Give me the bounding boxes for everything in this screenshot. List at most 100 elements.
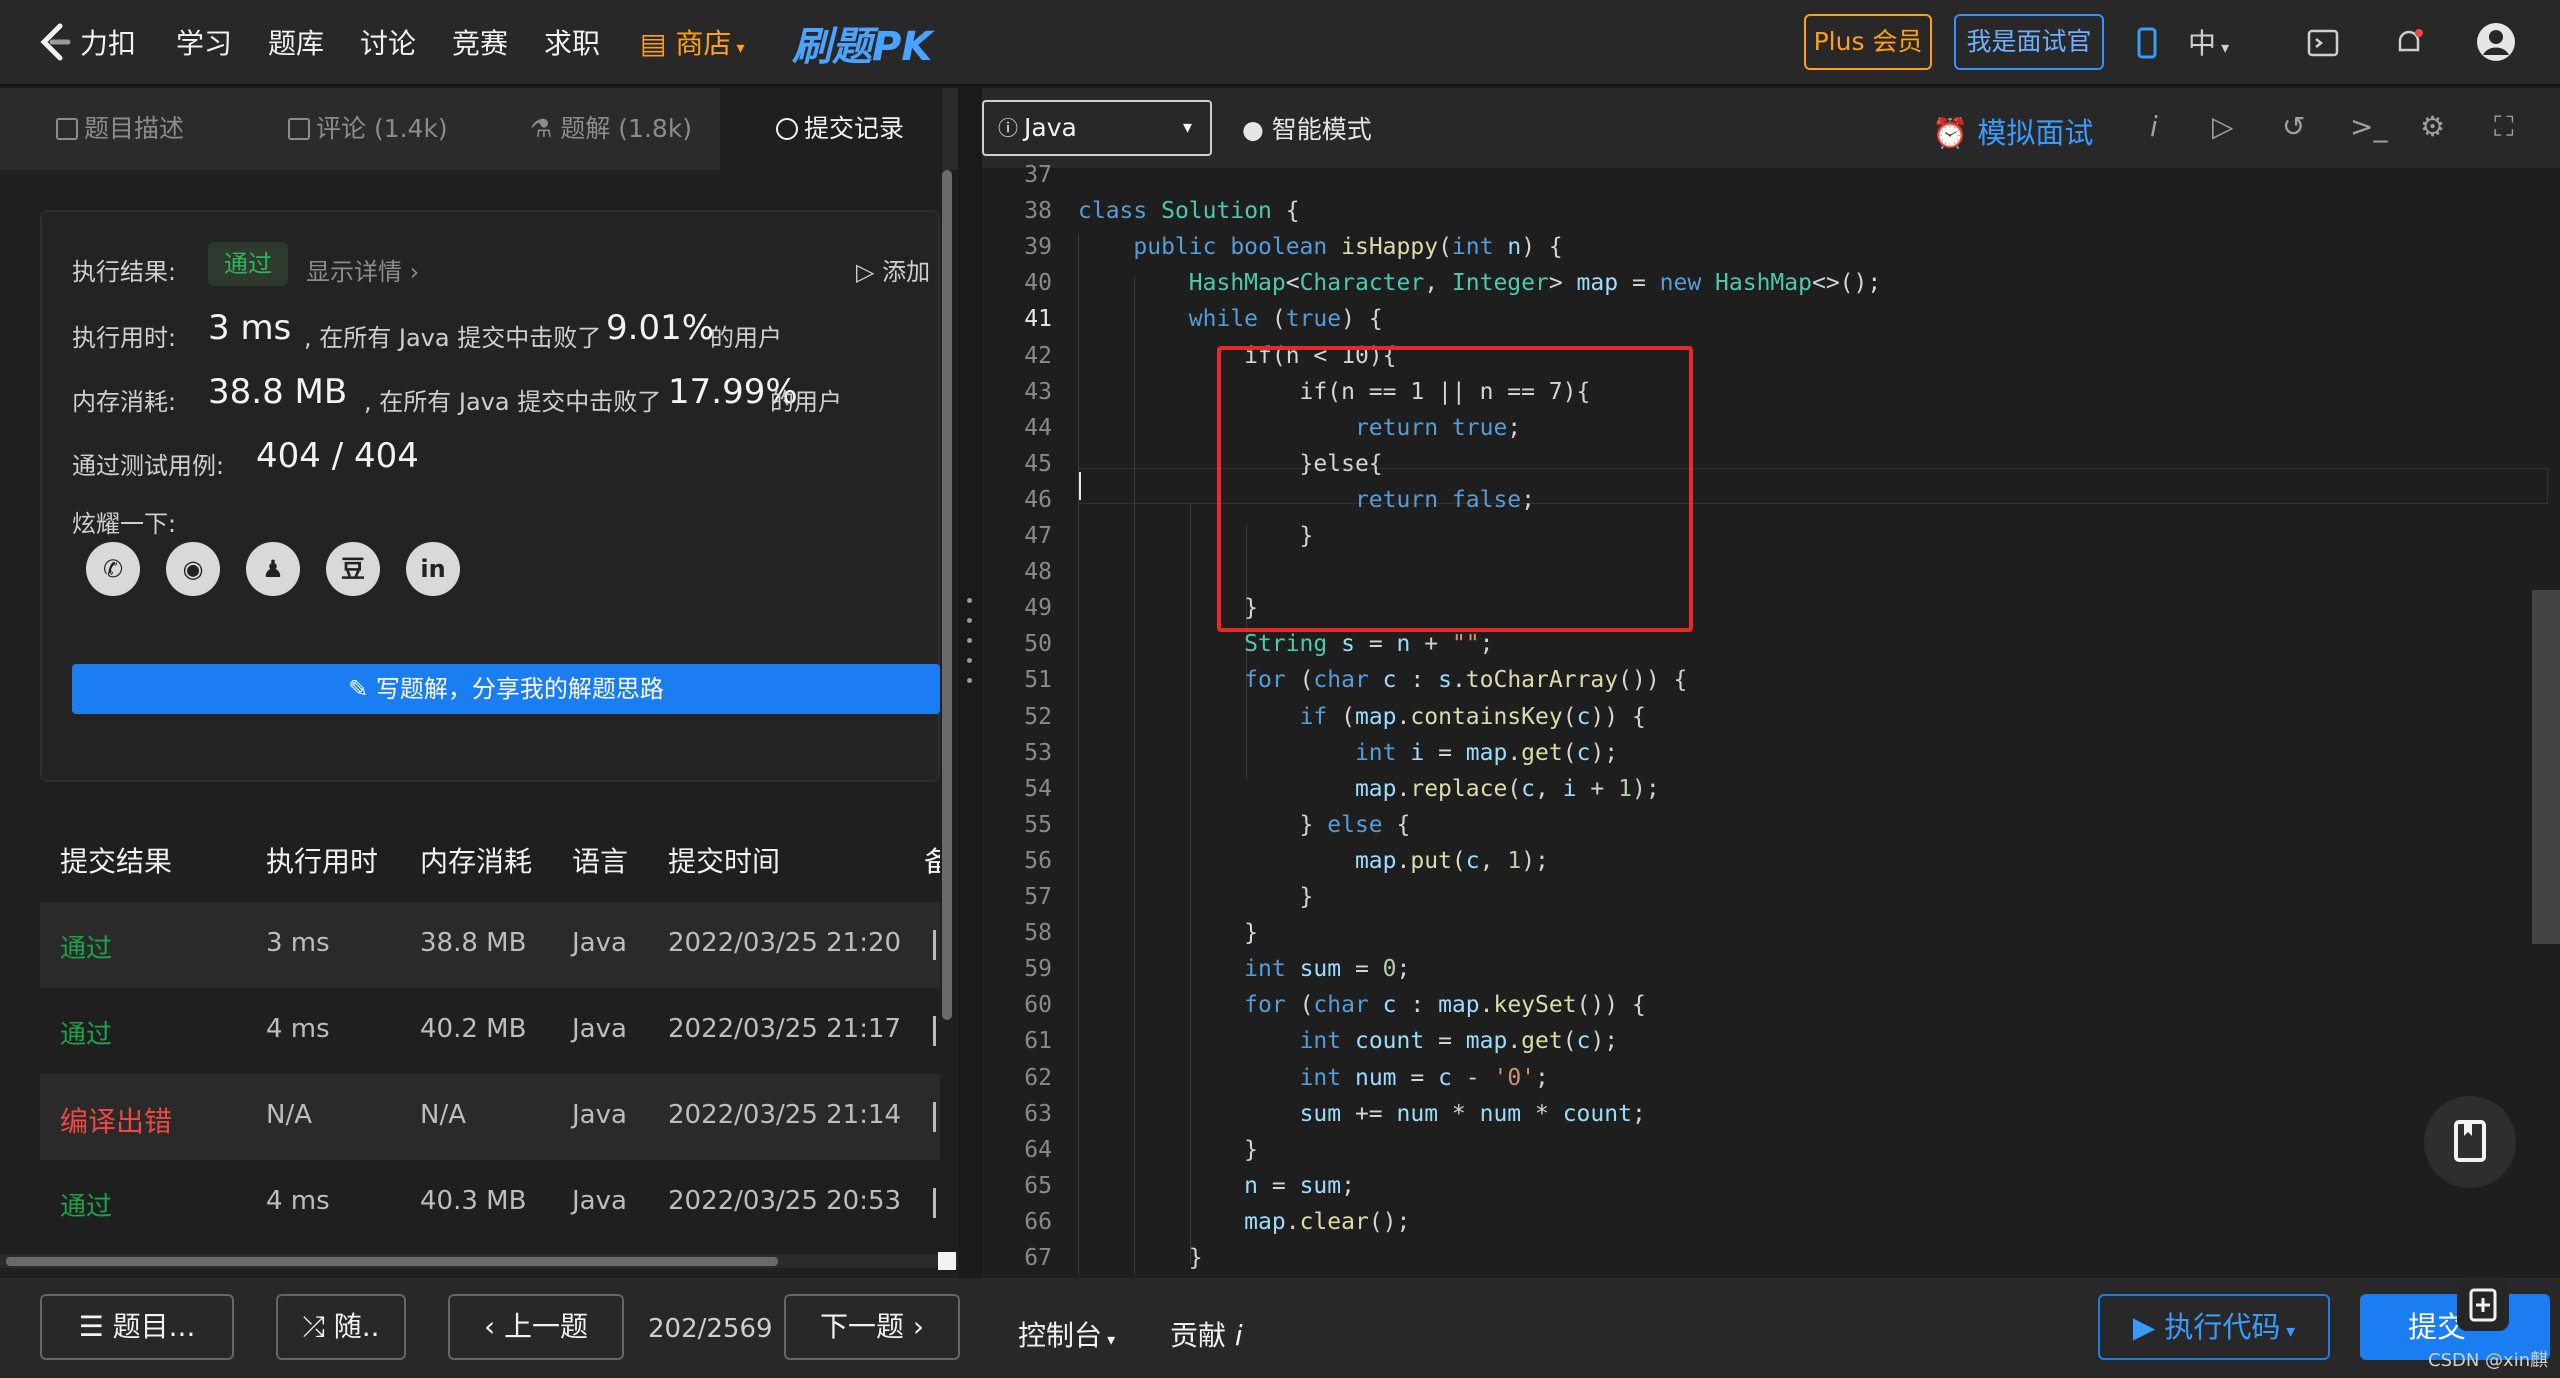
top-navbar: 力扣 学习 题库 讨论 竞赛 求职 ▤ 商店 ▾ 刷题PK Plus 会员 我是…	[0, 0, 2560, 86]
nav-store[interactable]: ▤ 商店 ▾	[640, 22, 745, 62]
mock-interview-label: 模拟面试	[1977, 116, 2094, 150]
info-italic-icon[interactable]: i	[2150, 110, 2158, 143]
fullscreen-icon[interactable]: ⛶	[2494, 110, 2514, 144]
left-vertical-scrollbar[interactable]	[942, 170, 952, 1020]
panel-splitter[interactable]	[958, 88, 982, 1278]
row-status[interactable]: 通过	[60, 1014, 112, 1051]
contribute-button[interactable]: 贡献 i	[1170, 1314, 1243, 1354]
console-toggle[interactable]: 控制台 ▾	[1018, 1314, 1115, 1354]
language-switch[interactable]: 中 ▾	[2188, 22, 2229, 62]
language-select[interactable]: ⓘ Java ▾	[982, 100, 1212, 156]
table-row[interactable]: 编译出错 N/A N/A Java 2022/03/25 21:14	[40, 1074, 940, 1160]
run-triangle-icon[interactable]: ▷	[2212, 110, 2234, 143]
header-language: 语言	[572, 845, 629, 878]
code-line[interactable]: int count = map.get(c);	[1078, 1028, 1619, 1054]
nav-discuss[interactable]: 讨论	[360, 22, 416, 62]
random-button[interactable]: ⤮ 随..	[276, 1294, 406, 1360]
table-row[interactable]: 通过 4 ms 40.2 MB Java 2022/03/25 21:17	[40, 988, 940, 1074]
tab-description[interactable]: 题目描述	[56, 88, 184, 170]
tab-submissions[interactable]: 提交记录	[720, 88, 942, 170]
next-problem-button[interactable]: 下一题 ›	[784, 1294, 960, 1360]
run-code-button[interactable]: ▶ 执行代码 ▾	[2098, 1294, 2330, 1360]
code-line[interactable]: HashMap<Character, Integer> map = new Ha…	[1078, 270, 1881, 296]
drag-dot	[967, 598, 972, 603]
problem-list-label: 题目...	[112, 1310, 196, 1343]
nav-learn[interactable]: 学习	[176, 22, 232, 62]
table-row[interactable]: 通过 4 ms 40.3 MB Java 2022/03/25 20:53	[40, 1160, 940, 1246]
code-editor[interactable]: 37 38 39 40 41 42 43 44 45 46 47 48 49 50 51 52 53 54 55 56…	[982, 162, 2560, 1278]
row-status[interactable]: 通过	[60, 1186, 112, 1223]
code-line[interactable]: for (char c : s.toCharArray()) {	[1078, 667, 1687, 693]
code-line[interactable]: class Solution {	[1078, 198, 1300, 224]
line-number: 51	[1024, 667, 1052, 694]
avatar[interactable]	[2476, 22, 2516, 62]
settings-gear-icon[interactable]: ⚙	[2420, 110, 2445, 143]
code-playground-icon[interactable]	[2306, 26, 2340, 60]
testcases-value: 404 / 404	[256, 436, 419, 476]
logo-text[interactable]: 力扣	[80, 22, 136, 62]
linkedin-icon[interactable]: in	[406, 542, 460, 596]
horizontal-scroll-thumb[interactable]	[6, 1257, 778, 1266]
notebook-button[interactable]	[2424, 1096, 2516, 1188]
clock-icon	[776, 118, 798, 140]
line-number: 50	[1024, 631, 1052, 658]
code-line[interactable]: }	[1078, 1245, 1203, 1271]
mobile-icon[interactable]	[2130, 26, 2164, 60]
code-line[interactable]: map.clear();	[1078, 1209, 1410, 1235]
weibo-icon[interactable]: ◉	[166, 542, 220, 596]
wechat-icon[interactable]: ✆	[86, 542, 140, 596]
line-number: 47	[1024, 523, 1052, 549]
code-line[interactable]: map.replace(c, i + 1);	[1078, 776, 1660, 802]
smart-mode-toggle[interactable]: ● 智能模式	[1242, 110, 1372, 146]
code-line[interactable]: map.put(c, 1);	[1078, 848, 1549, 874]
drag-dot	[967, 638, 972, 643]
tab-comments[interactable]: 评论 (1.4k)	[288, 88, 448, 170]
notification-bell-icon[interactable]	[2392, 26, 2426, 60]
interviewer-button[interactable]: 我是面试官	[1954, 14, 2104, 70]
pk-logo[interactable]: 刷题PK	[792, 14, 932, 72]
nav-jobs[interactable]: 求职	[544, 22, 600, 62]
douban-icon[interactable]: 豆	[326, 542, 380, 596]
line-number: 67	[1024, 1245, 1052, 1271]
terminal-icon[interactable]: >_	[2350, 110, 2387, 143]
editor-scrollbar[interactable]	[2532, 590, 2560, 944]
bottom-bar: ☰ 题目... ⤮ 随.. ‹ 上一题 202/2569 下一题 › 控制台 ▾…	[0, 1278, 2560, 1378]
code-line[interactable]: sum += num * num * count;	[1078, 1101, 1646, 1127]
floating-add-icon[interactable]	[2456, 1278, 2510, 1332]
code-line[interactable]: }	[1078, 884, 1314, 910]
problem-list-button[interactable]: ☰ 题目...	[40, 1294, 234, 1360]
highlight-annotation-box	[1217, 346, 1693, 632]
nav-problemset[interactable]: 题库	[268, 22, 324, 62]
code-line[interactable]: String s = n + "";	[1078, 631, 1493, 657]
table-row[interactable]: 通过 3 ms 38.8 MB Java 2022/03/25 21:20	[40, 902, 940, 988]
code-line[interactable]: if (map.containsKey(c)) {	[1078, 704, 1646, 730]
reset-icon[interactable]: ↺	[2282, 110, 2305, 143]
code-line[interactable]: }	[1078, 1137, 1258, 1163]
header-notes: 备	[924, 845, 940, 878]
tab-solutions[interactable]: ⚗ 题解 (1.8k)	[530, 88, 692, 170]
code-line[interactable]: int num = c - '0';	[1078, 1065, 1549, 1091]
qq-icon[interactable]: ♟	[246, 542, 300, 596]
plus-member-button[interactable]: Plus 会员	[1804, 14, 1932, 70]
scroll-corner	[938, 1252, 956, 1270]
code-line[interactable]: } else {	[1078, 812, 1411, 838]
code-line[interactable]: }	[1078, 920, 1258, 946]
show-details-link[interactable]: 显示详情 ›	[306, 252, 419, 287]
code-line[interactable]: for (char c : map.keySet()) {	[1078, 992, 1646, 1018]
row-status[interactable]: 编译出错	[60, 1100, 172, 1140]
chevron-down-icon: ▾	[1102, 1330, 1116, 1349]
code-line[interactable]: while (true) {	[1078, 306, 1383, 332]
write-solution-button[interactable]: ✎ 写题解，分享我的解题思路	[72, 664, 940, 714]
nav-contest[interactable]: 竞赛	[452, 22, 508, 62]
add-note-button[interactable]: ▷ 添加	[856, 252, 930, 287]
line-number: 46	[1024, 486, 1052, 513]
code-line[interactable]: int sum = 0;	[1078, 956, 1410, 982]
code-line[interactable]: public boolean isHappy(int n) {	[1078, 234, 1562, 260]
code-line[interactable]: n = sum;	[1078, 1173, 1355, 1199]
leetcode-logo-icon[interactable]	[36, 22, 74, 62]
prev-problem-button[interactable]: ‹ 上一题	[448, 1294, 624, 1360]
line-number: 61	[1024, 1028, 1052, 1055]
mock-interview-button[interactable]: ⏰ 模拟面试	[1932, 110, 2093, 152]
code-line[interactable]: int i = map.get(c);	[1078, 740, 1618, 766]
row-status[interactable]: 通过	[60, 928, 112, 965]
